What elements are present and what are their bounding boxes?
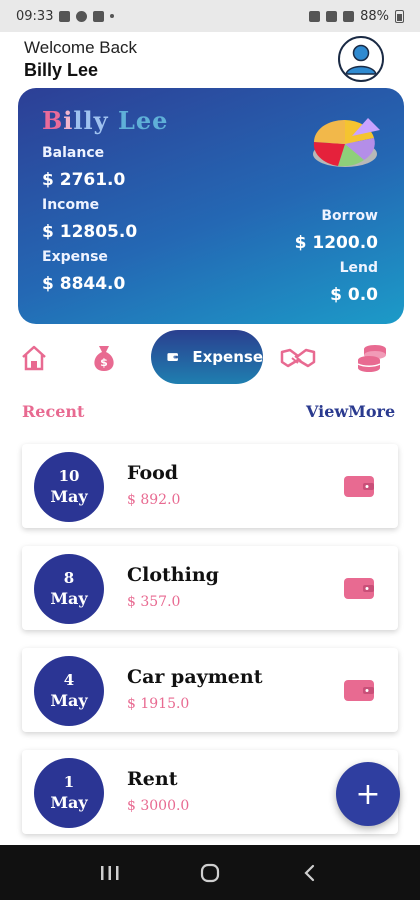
lend-value: $ 0.0 <box>330 285 378 305</box>
home-circle-icon <box>200 863 220 882</box>
add-expense-button[interactable]: + <box>336 762 400 826</box>
date-month: May <box>50 487 88 506</box>
svg-text:$: $ <box>100 356 108 369</box>
battery-icon <box>395 9 404 23</box>
card-name-part-2: i <box>63 106 74 135</box>
whatsapp-icon <box>76 10 88 22</box>
date-day: 4 <box>63 671 75 689</box>
date-badge: 10 May <box>34 452 104 522</box>
borrow-value: $ 1200.0 <box>294 233 378 253</box>
tab-borrow-lend[interactable] <box>280 340 316 376</box>
coins-icon <box>357 345 386 372</box>
transaction-title: Clothing <box>127 564 219 586</box>
app-screen: 09:33 88% Welcome Back Billy Lee Billy L… <box>0 0 420 900</box>
date-badge: 8 May <box>34 554 104 624</box>
gallery-icon <box>59 10 71 22</box>
money-bag-icon: $ <box>94 346 114 371</box>
date-month: May <box>50 691 88 710</box>
welcome-text: Welcome Back <box>24 38 138 57</box>
transaction-card[interactable]: 10 May Food $ 892.0 <box>22 444 398 528</box>
user-name: Billy Lee <box>24 60 99 80</box>
transaction-amount: $ 1915.0 <box>127 696 190 712</box>
transaction-amount: $ 357.0 <box>127 594 181 610</box>
wallet-icon <box>344 680 374 701</box>
recent-apps-icon <box>101 865 119 880</box>
view-more-link[interactable]: ViewMore <box>306 402 395 421</box>
recent-apps-button[interactable] <box>95 858 125 888</box>
alarm-icon <box>309 10 321 22</box>
income-label: Income <box>42 197 100 213</box>
tab-savings[interactable] <box>354 340 390 376</box>
back-button[interactable] <box>295 858 325 888</box>
balance-label: Balance <box>42 145 105 161</box>
transaction-amount: $ 3000.0 <box>127 798 190 814</box>
profile-avatar-button[interactable] <box>338 36 384 82</box>
balance-summary-card: Billy Lee Balance $ 2761.0 Income $ 1280… <box>18 88 404 324</box>
back-icon <box>304 864 315 881</box>
handshake-icon <box>280 348 316 368</box>
borrow-label: Borrow <box>321 208 378 224</box>
wallet-icon <box>344 578 374 599</box>
date-month: May <box>50 589 88 608</box>
transaction-card[interactable]: 8 May Clothing $ 357.0 <box>22 546 398 630</box>
status-right: 88% <box>309 9 404 24</box>
transaction-title: Food <box>127 462 179 484</box>
expense-label: Expense <box>42 249 108 265</box>
notification-dot-icon <box>110 14 115 18</box>
card-name-part-4: Lee <box>108 106 169 135</box>
card-user-name: Billy Lee <box>42 106 168 135</box>
transaction-title: Car payment <box>127 666 263 688</box>
date-day: 8 <box>63 569 75 587</box>
wallet-icon <box>344 476 374 497</box>
tab-expense-label: Expense <box>192 348 263 366</box>
income-value: $ 12805.0 <box>42 222 138 242</box>
tab-expense[interactable]: Expense <box>151 330 263 384</box>
pie-chart-icon <box>313 118 380 167</box>
system-nav-bar <box>0 845 420 900</box>
date-day: 10 <box>58 467 80 485</box>
date-month: May <box>50 793 88 812</box>
tab-home[interactable] <box>16 340 52 376</box>
wifi-icon <box>343 10 355 22</box>
card-name-part-3: lly <box>73 106 109 135</box>
lend-label: Lend <box>339 260 378 276</box>
user-icon <box>341 39 381 79</box>
facebook-icon <box>93 10 105 22</box>
date-badge: 4 May <box>34 656 104 726</box>
expense-value: $ 8844.0 <box>42 274 126 294</box>
tab-income[interactable]: $ <box>86 340 122 376</box>
balance-value: $ 2761.0 <box>42 170 126 190</box>
card-name-part-1: B <box>42 106 64 135</box>
home-button[interactable] <box>195 858 225 888</box>
status-bar: 09:33 88% <box>0 0 420 32</box>
status-left: 09:33 <box>16 8 115 24</box>
status-time: 09:33 <box>16 8 54 24</box>
wallet-icon <box>167 353 178 361</box>
transaction-title: Rent <box>127 768 178 790</box>
signal-icon <box>326 10 338 22</box>
date-day: 1 <box>63 773 75 791</box>
recent-label: Recent <box>22 402 85 421</box>
transaction-card[interactable]: 4 May Car payment $ 1915.0 <box>22 648 398 732</box>
home-icon <box>22 345 46 371</box>
transaction-amount: $ 892.0 <box>127 492 181 508</box>
battery-percent: 88% <box>360 8 389 24</box>
date-badge: 1 May <box>34 758 104 828</box>
plus-icon: + <box>355 776 381 812</box>
